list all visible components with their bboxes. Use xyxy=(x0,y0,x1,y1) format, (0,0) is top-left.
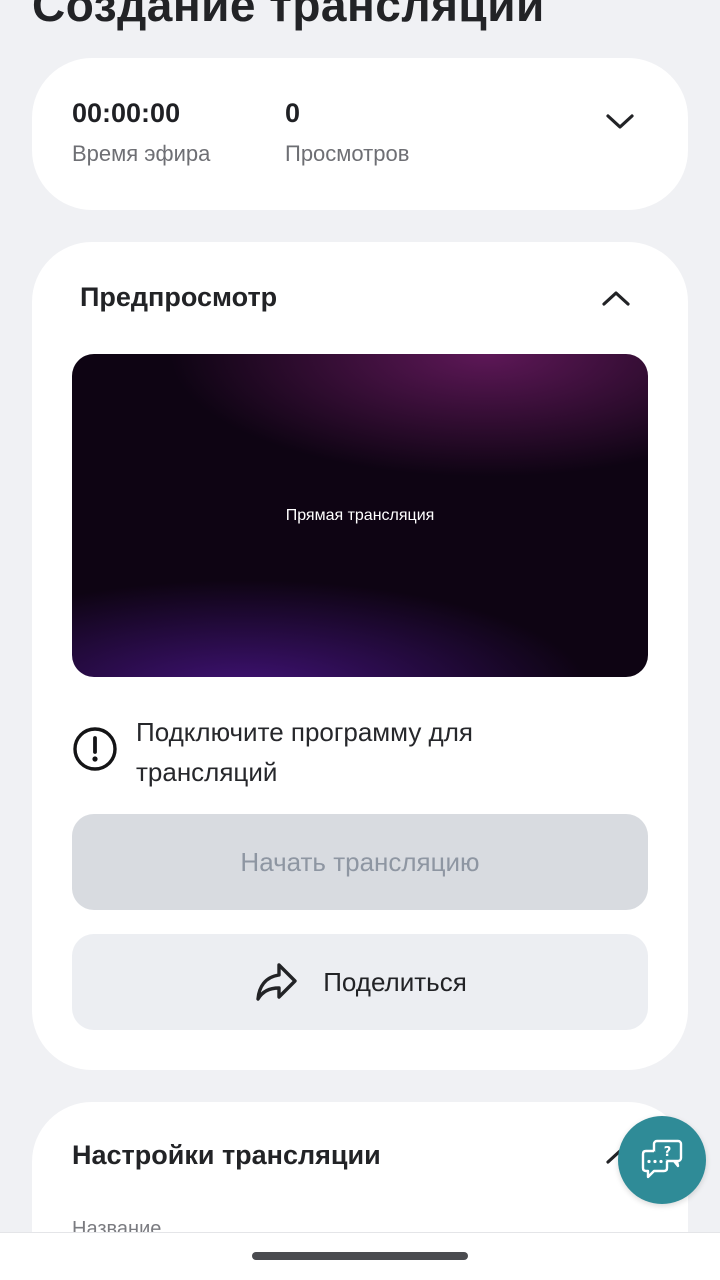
air-time-stat: 00:00:00 Время эфира xyxy=(72,98,210,167)
chevron-down-icon xyxy=(606,114,634,129)
start-broadcast-label: Начать трансляцию xyxy=(240,846,480,877)
svg-text:?: ? xyxy=(664,1145,672,1160)
video-preview-label: Прямая трансляция xyxy=(285,506,435,524)
home-indicator[interactable] xyxy=(252,1252,468,1260)
air-time-label: Время эфира xyxy=(72,141,211,166)
preview-card: Предпросмотр Прямая трансляция Подключит… xyxy=(32,242,688,1070)
chevron-up-icon xyxy=(602,291,630,306)
video-preview: Прямая трансляция xyxy=(72,354,648,677)
connect-software-notice: Подключите программу для трансляций xyxy=(72,712,632,792)
share-label: Поделиться xyxy=(323,966,467,997)
share-arrow-icon xyxy=(256,963,297,1001)
views-label: Просмотров xyxy=(285,141,410,166)
start-broadcast-button[interactable]: Начать трансляцию xyxy=(72,814,648,910)
views-stat: 0 Просмотров xyxy=(285,98,409,167)
stats-card: 00:00:00 Время эфира 0 Просмотров xyxy=(32,58,688,210)
page-title: Создание трансляции xyxy=(32,0,545,31)
preview-title: Предпросмотр xyxy=(80,282,278,312)
notice-text: Подключите программу для трансляций xyxy=(136,717,473,787)
air-time-value: 00:00:00 xyxy=(72,98,181,128)
exclamation-circle-icon xyxy=(73,727,117,771)
preview-collapse-button[interactable] xyxy=(594,276,638,320)
chat-question-icon: ? xyxy=(641,1139,683,1179)
help-chat-button[interactable]: ? xyxy=(618,1116,706,1204)
stats-expand-button[interactable] xyxy=(598,100,642,144)
views-value: 0 xyxy=(285,98,301,128)
share-button[interactable]: Поделиться xyxy=(72,934,648,1030)
settings-title: Настройки трансляции xyxy=(72,1140,381,1170)
system-nav-bar xyxy=(0,1232,720,1280)
